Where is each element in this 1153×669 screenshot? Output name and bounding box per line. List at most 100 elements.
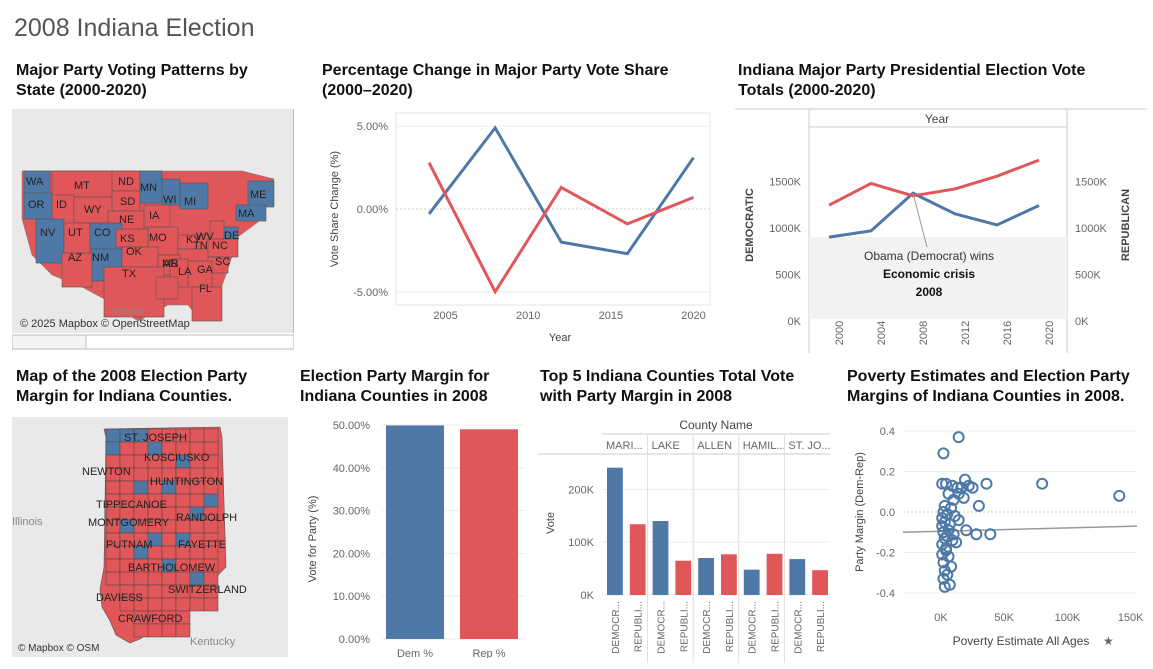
county-label-fayette: FAYETTE xyxy=(178,539,226,551)
x-tick-label: 150K xyxy=(1118,612,1144,624)
scatter-point[interactable] xyxy=(937,447,950,460)
county-cell[interactable] xyxy=(189,493,205,508)
us-map[interactable]: WAORMT ND MNID SD WI MIWYNE IANV UT CO MOKS KYWV DE… xyxy=(12,109,294,350)
state-label-wa: WA xyxy=(26,176,44,188)
state-nv[interactable] xyxy=(35,218,65,264)
pct-change-chart[interactable]: 5.00% 0.00% -5.00% 2005 2010 2015 2020 Year Vote… xyxy=(322,105,722,350)
x-tick-label: DEMOCR... xyxy=(611,601,622,654)
x-tick-label: REPUBLI... xyxy=(725,601,736,652)
y-tick-label: 50.00% xyxy=(333,420,371,432)
county-cell[interactable] xyxy=(189,428,205,443)
x-tick-label: DEMOCR... xyxy=(657,601,668,654)
in-map-attribution[interactable]: © Mapbox © OSM xyxy=(18,643,99,654)
county-header-hamil: HAMIL... xyxy=(743,440,786,452)
indiana-map[interactable]: Illinois Kentucky ST. JOSEPH KOSCIUSKO NEW… xyxy=(12,417,288,657)
county-cell[interactable] xyxy=(147,597,163,612)
x-tick-label: DEMOCR... xyxy=(793,601,804,654)
county-cell[interactable] xyxy=(105,571,121,586)
x-tick-label: REPUBLI... xyxy=(679,601,690,652)
margin-chart[interactable]: 50.00% 40.00% 30.00% 20.00% 10.00% 0.00% Vote … xyxy=(300,413,530,658)
county-cell[interactable] xyxy=(203,428,219,443)
x-tick-label: 2000 xyxy=(834,321,846,345)
county-cell[interactable] xyxy=(175,597,191,612)
county-cell[interactable] xyxy=(161,545,177,560)
bar-mari-republi[interactable] xyxy=(629,524,646,595)
x-tick-label: 0K xyxy=(934,612,948,624)
state-label-ok: OK xyxy=(126,246,143,258)
county-cell[interactable] xyxy=(161,532,177,547)
bar-lake-democr[interactable] xyxy=(652,521,669,595)
county-cell[interactable] xyxy=(147,623,163,638)
county-cell[interactable] xyxy=(203,493,219,508)
county-cell[interactable] xyxy=(203,597,219,612)
bar-lake-republi[interactable] xyxy=(675,560,692,595)
county-cell[interactable] xyxy=(161,623,177,638)
scatter-point[interactable] xyxy=(980,477,993,490)
top5-chart[interactable]: County Name 200K 100K 0K Vote MARI... DEMOCR..… xyxy=(538,413,838,663)
county-cell[interactable] xyxy=(133,480,149,495)
pct-change-title: Percentage Change in Major Party Vote Sh… xyxy=(322,61,722,101)
map-scrollbar-thumb[interactable] xyxy=(12,334,87,350)
county-cell[interactable] xyxy=(119,480,135,495)
state-label-ks: KS xyxy=(120,233,135,245)
bar-allen-republi[interactable] xyxy=(721,554,737,595)
margin-title: Election Party Margin for Indiana Counti… xyxy=(300,367,530,407)
y-tick-label: -5.00% xyxy=(353,287,388,299)
pct-change-title-line1: Percentage Change in Major Party Vote Sh… xyxy=(322,62,669,79)
state-label-nd: ND xyxy=(118,176,134,188)
pin-icon[interactable]: ★ xyxy=(1103,634,1114,648)
scatter-point[interactable] xyxy=(1036,477,1049,490)
bar-st-jo-republi[interactable] xyxy=(812,570,828,595)
us-map-attribution[interactable]: © 2025 Mapbox © OpenStreetMap xyxy=(20,318,190,330)
series-line-republican[interactable] xyxy=(828,158,1040,207)
x-tick-label: 2012 xyxy=(960,321,972,345)
x-tick-label: 2005 xyxy=(433,310,457,322)
state-label-wy: WY xyxy=(84,204,102,216)
in-map-title: Map of the 2008 Election Party Margin fo… xyxy=(16,367,296,407)
state-label-nc: NC xyxy=(212,240,228,252)
county-cell[interactable] xyxy=(105,480,121,495)
bar-hamil-republi[interactable] xyxy=(766,553,783,595)
county-cell[interactable] xyxy=(133,623,149,638)
top5-title-line1: Top 5 Indiana Counties Total Vote xyxy=(540,368,795,385)
bar-rep[interactable] xyxy=(460,429,518,639)
state-la[interactable] xyxy=(155,276,179,300)
in-map-title-line2: Margin for Indiana Counties. xyxy=(16,388,233,405)
bar-st-jo-democr[interactable] xyxy=(789,559,806,595)
poverty-title-line2: Margins of Indiana Counties in 2008. xyxy=(847,388,1125,405)
totals-chart[interactable]: Year 1500K 1500K 1000K 1000K 500K 500K 0K 0K DEMO… xyxy=(735,105,1147,353)
x-tick-label: DEMOCR... xyxy=(748,601,759,654)
county-cell[interactable] xyxy=(161,597,177,612)
county-cell[interactable] xyxy=(175,623,191,638)
scatter-point[interactable] xyxy=(952,431,965,444)
state-label-ms: MS xyxy=(162,258,179,270)
poverty-chart[interactable]: 0.4 0.2 0.0 -0.2 -0.4 0K 50K 100K 150K Party Marg… xyxy=(845,413,1145,658)
x-tick-label: 2010 xyxy=(516,310,540,322)
x-axis-title: Poverty Estimate All Ages xyxy=(953,634,1090,648)
map-scrollbar-v[interactable] xyxy=(293,109,294,333)
bar-mari-democr[interactable] xyxy=(607,467,623,595)
y-axis-title: Party Margin (Dem-Rep) xyxy=(854,452,866,572)
scatter-point[interactable] xyxy=(1113,489,1126,502)
bar-hamil-democr[interactable] xyxy=(743,569,760,595)
county-cell[interactable] xyxy=(175,493,191,508)
county-cell[interactable] xyxy=(105,441,121,456)
county-cell[interactable] xyxy=(105,428,121,443)
x-tick-label: REPUBLI... xyxy=(816,601,827,652)
county-label-bartholomew: BARTHOLOMEW xyxy=(128,562,216,574)
county-header-allen: ALLEN xyxy=(697,440,732,452)
illinois-label: Illinois xyxy=(12,516,43,528)
county-cell[interactable] xyxy=(147,584,163,599)
x-tick-label: Rep % xyxy=(472,648,505,658)
bar-allen-democr[interactable] xyxy=(698,558,714,595)
state-label-mo: MO xyxy=(149,232,167,244)
county-cell[interactable] xyxy=(105,558,121,573)
county-cell[interactable] xyxy=(189,597,205,612)
county-cell[interactable] xyxy=(133,467,149,482)
series-line-democratic[interactable] xyxy=(828,191,1040,239)
state-label-sc: SC xyxy=(215,256,230,268)
bar-dem[interactable] xyxy=(386,425,444,639)
us-map-title: Major Party Voting Patterns by State (20… xyxy=(16,61,296,101)
scatter-point[interactable] xyxy=(972,499,985,512)
scatter-point[interactable] xyxy=(984,528,997,541)
